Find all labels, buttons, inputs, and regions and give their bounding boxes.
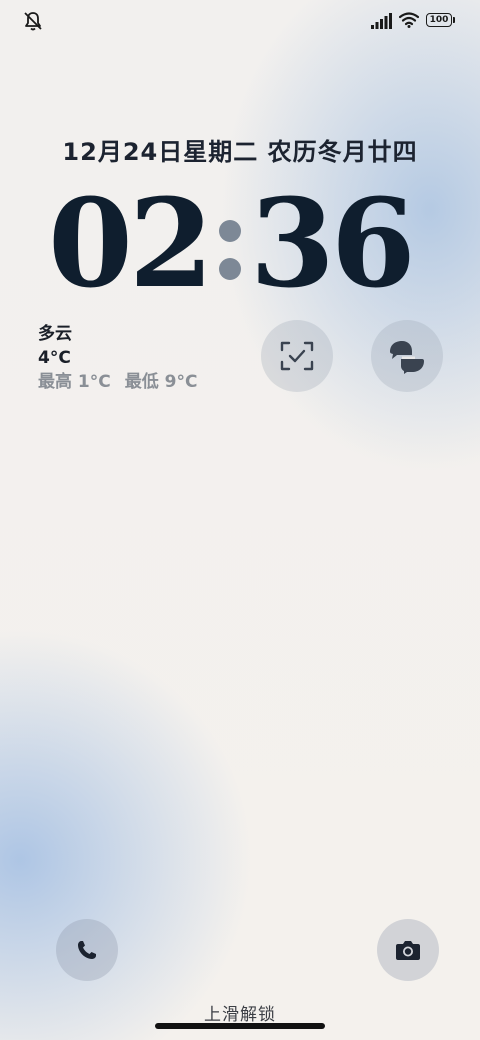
phone-icon <box>78 941 96 959</box>
weather-range: 最高 1°C 最低 9°C <box>38 370 197 394</box>
camera-button[interactable] <box>377 919 439 981</box>
wifi-icon <box>399 12 419 28</box>
weather-temperature: 4°C <box>38 348 71 368</box>
scan-icon <box>280 341 314 371</box>
clock: 02 36 <box>40 178 440 308</box>
clock-colon-top <box>219 220 241 242</box>
weather-condition: 多云 <box>38 324 72 344</box>
scan-button[interactable] <box>261 320 333 392</box>
unlock-hint: 上滑解锁 <box>204 1005 276 1025</box>
weather-widget[interactable]: 多云 4°C 最高 1°C 最低 9°C <box>38 322 197 394</box>
phone-button[interactable] <box>56 919 118 981</box>
battery-level: 100 <box>426 13 452 27</box>
bell-off-icon <box>24 12 42 31</box>
date-line: 12月24日星期二 农历冬月廿四 <box>62 138 418 166</box>
clock-hours: 02 <box>48 171 214 315</box>
clock-colon-bottom <box>219 258 241 280</box>
battery-tip <box>453 17 455 23</box>
translate-icon <box>390 341 424 374</box>
translate-button[interactable] <box>371 320 443 392</box>
status-bar: 100 <box>0 0 480 44</box>
clock-minutes: 36 <box>250 171 416 315</box>
weather-high: 最高 1°C <box>38 372 111 392</box>
camera-icon <box>396 941 420 960</box>
home-indicator[interactable] <box>155 1023 325 1029</box>
battery-indicator: 100 <box>426 13 455 27</box>
weather-low: 最低 9°C <box>124 372 198 392</box>
signal-icon <box>371 13 392 29</box>
